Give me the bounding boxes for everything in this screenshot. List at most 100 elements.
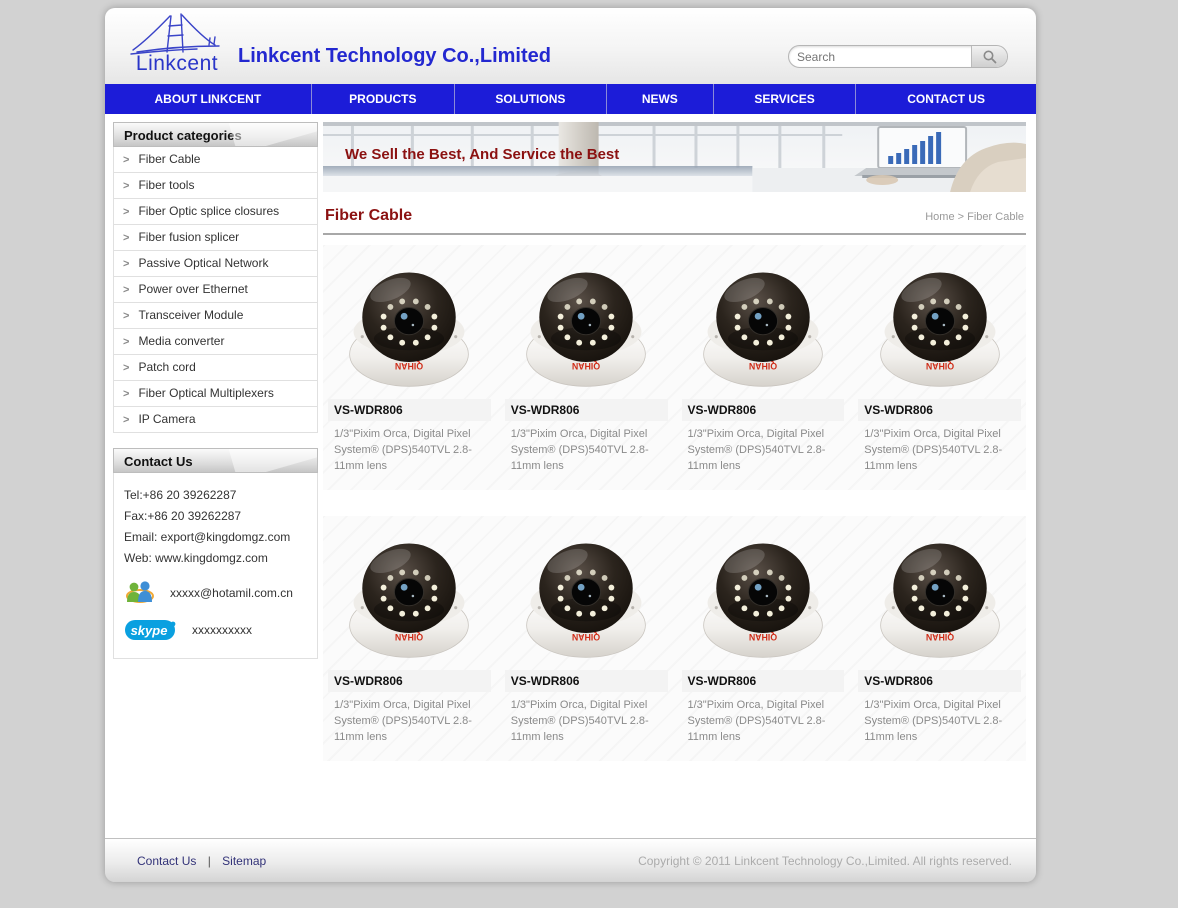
sidebar-item-power-over-ethernet[interactable]: > Power over Ethernet [113,277,318,303]
sidebar-item-media-converter[interactable]: > Media converter [113,329,318,355]
chevron-right-icon: > [123,284,129,296]
product-image[interactable] [328,251,491,399]
sidebar-item-patch-cord[interactable]: >Patch cord [113,355,318,381]
product-card: VS-WDR806 1/3"Pixim Orca, Digital Pixel … [858,251,1021,484]
breadcrumb-home-link[interactable]: Home [925,211,954,223]
category-label: Transceiver Module [138,308,243,322]
skype-row: skype xxxxxxxxxx [124,618,307,642]
product-image[interactable] [682,522,845,670]
nav-news[interactable]: NEWS [607,84,714,114]
product-name-link[interactable]: VS-WDR806 [858,670,1021,692]
product-categories-header: Product categories [113,122,318,147]
search-box[interactable] [788,45,1008,68]
main-area: Product categories >Fiber Cable >Fiber t… [105,114,1036,838]
product-name-link[interactable]: VS-WDR806 [682,399,845,421]
product-card: VS-WDR806 1/3"Pixim Orca, Digital Pixel … [682,522,845,755]
skype-contact-text[interactable]: xxxxxxxxxx [192,623,252,637]
product-description: 1/3"Pixim Orca, Digital Pixel System® (D… [505,421,668,484]
chevron-right-icon: > [123,206,129,218]
product-description: 1/3"Pixim Orca, Digital Pixel System® (D… [505,692,668,755]
chevron-right-icon: > [123,336,129,348]
product-image[interactable] [858,522,1021,670]
product-image[interactable] [328,522,491,670]
msn-row: xxxxx@hotamil.com.cn [124,578,307,608]
skype-logo-icon: skype [124,618,178,642]
banner-slogan: We Sell the Best, And Service the Best [345,146,619,163]
category-label: Fiber Cable [138,152,200,166]
nav-about-linkcent[interactable]: ABOUT LINKCENT [105,84,312,114]
search-icon [982,49,998,65]
footer-sitemap-link[interactable]: Sitemap [222,854,266,868]
nav-solutions[interactable]: SOLUTIONS [455,84,607,114]
product-name-link[interactable]: VS-WDR806 [328,670,491,692]
product-card: VS-WDR806 1/3"Pixim Orca, Digital Pixel … [328,522,491,755]
product-card: VS-WDR806 1/3"Pixim Orca, Digital Pixel … [328,251,491,484]
sidebar-item-fiber-fusion-splicer[interactable]: >Fiber fusion splicer [113,225,318,251]
footer-contact-us-link[interactable]: Contact Us [137,854,196,868]
category-list: >Fiber Cable >Fiber tools >Fiber Optic s… [113,147,318,433]
product-card: VS-WDR806 1/3"Pixim Orca, Digital Pixel … [858,522,1021,755]
chevron-right-icon: > [123,258,129,270]
site-footer: Contact Us | Sitemap Copyright © 2011 Li… [105,838,1036,882]
product-description: 1/3"Pixim Orca, Digital Pixel System® (D… [328,692,491,755]
nav-label: CONTACT US [907,92,985,106]
logo-text: Linkcent [117,52,237,76]
category-label: IP Camera [138,412,195,426]
breadcrumb-separator: > [958,211,964,223]
category-label: Power over Ethernet [138,282,247,296]
chevron-right-icon: > [123,310,129,322]
search-button[interactable] [971,46,1007,67]
page-title: Fiber Cable [325,207,412,225]
category-label: Fiber Optic splice closures [138,204,279,218]
nav-contact-us[interactable]: CONTACT US [856,84,1036,114]
product-name-link[interactable]: VS-WDR806 [682,670,845,692]
product-grid-row-1: VS-WDR806 1/3"Pixim Orca, Digital Pixel … [323,245,1026,490]
product-name-link[interactable]: VS-WDR806 [328,399,491,421]
product-image[interactable] [505,522,668,670]
sidebar-item-transceiver-module[interactable]: > Transceiver Module [113,303,318,329]
sidebar-item-passive-optical-network[interactable]: > Passive Optical Network [113,251,318,277]
footer-separator: | [208,854,211,868]
product-grid-row-2: VS-WDR806 1/3"Pixim Orca, Digital Pixel … [323,516,1026,761]
page-container: Linkcent Linkcent Technology Co.,Limited… [105,8,1036,882]
product-image[interactable] [858,251,1021,399]
product-description: 1/3"Pixim Orca, Digital Pixel System® (D… [682,692,845,755]
company-title: Linkcent Technology Co.,Limited [238,45,551,68]
product-name-link[interactable]: VS-WDR806 [505,399,668,421]
nav-services[interactable]: SERVICES [714,84,856,114]
category-label: Fiber tools [138,178,194,192]
category-label: Patch cord [138,360,195,374]
dome-camera-image [336,527,482,665]
dome-camera-image [690,527,836,665]
sidebar-item-ip-camera[interactable]: > IP Camera [113,407,318,433]
company-logo[interactable]: Linkcent [117,12,237,82]
search-input[interactable] [789,46,971,67]
nav-label: NEWS [642,92,678,106]
product-card: VS-WDR806 1/3"Pixim Orca, Digital Pixel … [505,251,668,484]
product-description: 1/3"Pixim Orca, Digital Pixel System® (D… [682,421,845,484]
contact-fax: Fax:+86 20 39262287 [124,506,307,526]
sidebar-item-fiber-optic-splice-closures[interactable]: > Fiber Optic splice closures [113,199,318,225]
product-image[interactable] [682,251,845,399]
sidebar-item-fiber-tools[interactable]: > Fiber tools [113,173,318,199]
chevron-right-icon: > [123,414,129,426]
category-label: Media converter [138,334,224,348]
product-description: 1/3"Pixim Orca, Digital Pixel System® (D… [858,421,1021,484]
sidebar-item-fiber-cable[interactable]: >Fiber Cable [113,147,318,173]
content-divider [323,233,1026,235]
product-image[interactable] [505,251,668,399]
product-name-link[interactable]: VS-WDR806 [858,399,1021,421]
contact-web: Web: www.kingdomgz.com [124,548,307,568]
category-label: Passive Optical Network [138,256,268,270]
site-header: Linkcent Linkcent Technology Co.,Limited [105,8,1036,84]
dome-camera-image [690,256,836,394]
dome-camera-image [336,256,482,394]
nav-products[interactable]: PRODUCTS [312,84,455,114]
msn-messenger-icon [124,578,156,608]
sidebar-item-fiber-optical-multiplexers[interactable]: >Fiber Optical Multiplexers [113,381,318,407]
chevron-right-icon: > [123,180,129,192]
hero-banner: We Sell the Best, And Service the Best [323,122,1026,192]
product-name-link[interactable]: VS-WDR806 [505,670,668,692]
msn-contact-text[interactable]: xxxxx@hotamil.com.cn [170,586,293,600]
contact-us-header: Contact Us [113,448,318,473]
